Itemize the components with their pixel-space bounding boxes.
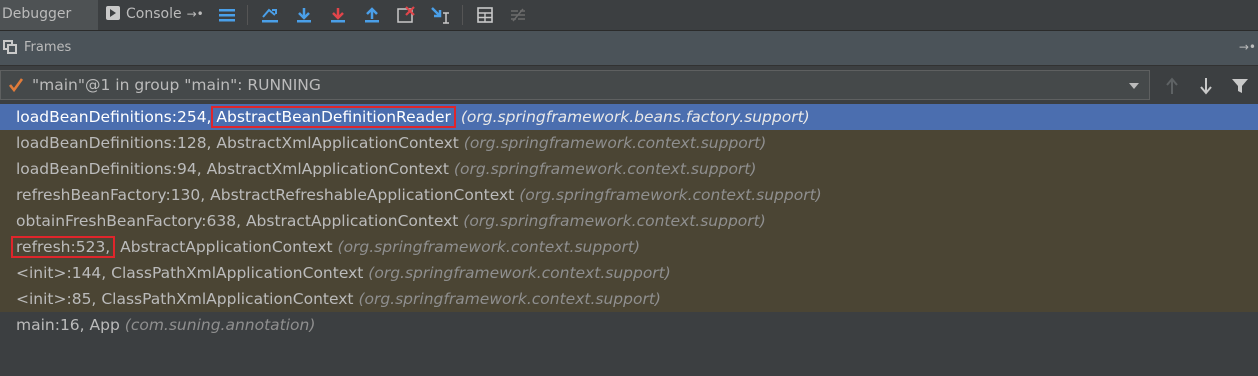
thread-selector-row: "main"@1 in group "main": RUNNING bbox=[0, 66, 1258, 104]
drop-frame-icon[interactable] bbox=[395, 4, 417, 26]
frame-row[interactable]: loadBeanDefinitions:254, AbstractBeanDef… bbox=[0, 104, 1258, 130]
frame-method: refreshBeanFactory:130, bbox=[16, 186, 206, 204]
frames-header: Frames →• bbox=[0, 31, 1258, 66]
frame-class: ClassPathXmlApplicationContext bbox=[101, 290, 354, 308]
thread-combobox[interactable]: "main"@1 in group "main": RUNNING bbox=[0, 70, 1150, 100]
chevron-down-icon[interactable] bbox=[1129, 83, 1139, 89]
frame-class: AbstractApplicationContext bbox=[120, 238, 333, 256]
frame-method: main:16, bbox=[16, 316, 85, 334]
frame-method: loadBeanDefinitions:254, bbox=[16, 108, 212, 126]
frame-package: (org.springframework.context.support) bbox=[368, 264, 671, 282]
filter-icon[interactable] bbox=[1229, 75, 1251, 97]
frame-method: <init>:144, bbox=[16, 264, 107, 282]
frame-class: AbstractBeanDefinitionReader bbox=[211, 106, 456, 128]
frame-method: loadBeanDefinitions:94, bbox=[16, 160, 202, 178]
evaluate-expression-icon[interactable] bbox=[474, 4, 496, 26]
thread-label: "main"@1 in group "main": RUNNING bbox=[32, 76, 321, 94]
frame-package: (org.springframework.beans.factory.suppo… bbox=[460, 108, 810, 126]
frames-list: loadBeanDefinitions:254, AbstractBeanDef… bbox=[0, 104, 1258, 338]
frame-class: AbstractXmlApplicationContext bbox=[216, 134, 459, 152]
frame-class: App bbox=[89, 316, 120, 334]
console-icon bbox=[106, 6, 120, 20]
frame-row[interactable]: <init>:144, ClassPathXmlApplicationConte… bbox=[0, 260, 1258, 286]
frame-method: obtainFreshBeanFactory:638, bbox=[16, 212, 241, 230]
frame-row[interactable]: main:16, App (com.suning.annotation) bbox=[0, 312, 1258, 338]
frame-class: AbstractRefreshableApplicationContext bbox=[210, 186, 515, 204]
run-to-cursor-icon[interactable] bbox=[429, 4, 451, 26]
frame-package: (org.springframework.context.support) bbox=[463, 134, 767, 152]
step-into-icon[interactable] bbox=[327, 4, 349, 26]
frame-package: (org.springframework.context.support) bbox=[453, 160, 757, 178]
menu-icon[interactable] bbox=[216, 4, 238, 26]
step-over-icon[interactable] bbox=[293, 4, 315, 26]
frame-class: AbstractXmlApplicationContext bbox=[206, 160, 449, 178]
frame-method: loadBeanDefinitions:128, bbox=[16, 134, 212, 152]
frame-class: AbstractApplicationContext bbox=[245, 212, 459, 230]
frame-row[interactable]: loadBeanDefinitions:128, AbstractXmlAppl… bbox=[0, 130, 1258, 156]
frames-title: Frames bbox=[24, 40, 72, 55]
frame-row[interactable]: obtainFreshBeanFactory:638, AbstractAppl… bbox=[0, 208, 1258, 234]
tab-console[interactable]: Console →• bbox=[100, 0, 208, 30]
tab-debugger-label: Debugger bbox=[2, 6, 72, 22]
trace-icon[interactable] bbox=[507, 4, 529, 26]
previous-frame-icon[interactable] bbox=[1161, 75, 1183, 97]
frame-package: (org.springframework.context.support) bbox=[337, 238, 641, 256]
frame-row[interactable]: refresh:523, AbstractApplicationContext … bbox=[0, 234, 1258, 260]
tab-console-label: Console bbox=[126, 6, 182, 22]
debug-toolbar: Debugger Console →• bbox=[0, 0, 1258, 31]
frame-row[interactable]: loadBeanDefinitions:94, AbstractXmlAppli… bbox=[0, 156, 1258, 182]
next-frame-icon[interactable] bbox=[1195, 75, 1217, 97]
toolbar-separator bbox=[462, 5, 463, 25]
step-out-icon[interactable] bbox=[361, 4, 383, 26]
frames-icon bbox=[3, 40, 17, 54]
frame-class: ClassPathXmlApplicationContext bbox=[111, 264, 364, 282]
pin-tab-icon[interactable]: →• bbox=[187, 7, 204, 21]
frame-row[interactable]: refreshBeanFactory:130, AbstractRefresha… bbox=[0, 182, 1258, 208]
frame-row[interactable]: <init>:85, ClassPathXmlApplicationContex… bbox=[0, 286, 1258, 312]
pin-panel-icon[interactable]: →• bbox=[1239, 40, 1256, 54]
check-icon bbox=[8, 77, 24, 93]
frame-package: (com.suning.annotation) bbox=[124, 316, 316, 334]
frame-method: <init>:85, bbox=[16, 290, 97, 308]
toolbar-separator bbox=[247, 5, 248, 25]
tab-debugger[interactable]: Debugger bbox=[0, 0, 98, 30]
frame-package: (org.springframework.context.support) bbox=[463, 212, 766, 230]
frame-method: refresh:523, bbox=[11, 236, 116, 258]
frame-package: (org.springframework.context.support) bbox=[358, 290, 661, 308]
frame-package: (org.springframework.context.support) bbox=[519, 186, 822, 204]
show-execution-point-icon[interactable] bbox=[259, 4, 281, 26]
